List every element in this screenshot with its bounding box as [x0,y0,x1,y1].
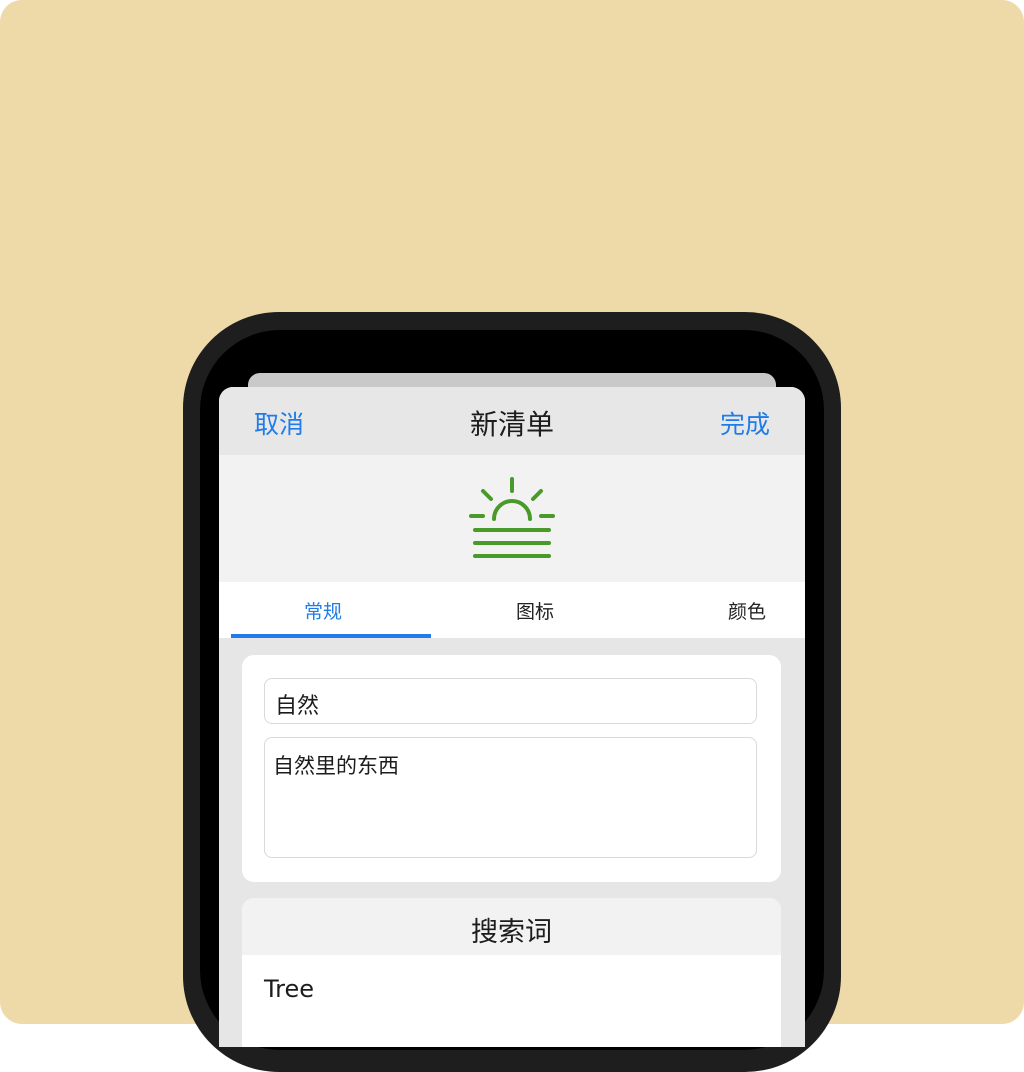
list-name-field[interactable]: 自然 [264,678,757,724]
sunrise-icon [469,477,555,558]
search-terms-title: 搜索词 [471,917,552,948]
tab-bar: 常规 图标 颜色 [219,582,805,638]
list-details-card: 自然 自然里的东西 [242,655,781,882]
search-term-item[interactable]: Tree [264,975,314,1003]
list-description-value: 自然里的东西 [273,754,399,778]
list-icon-preview [219,455,805,582]
tab-color[interactable]: 颜色 [728,597,766,624]
list-description-field[interactable]: 自然里的东西 [264,737,757,858]
search-terms-card: 搜索词 Tree [242,898,781,1047]
new-list-sheet: 取消 新清单 完成 常规 图标 颜色 自然 自然里的东西 搜索词 Tree [219,387,805,1047]
tab-selection-indicator [231,634,431,638]
search-terms-header: 搜索词 [242,898,781,955]
list-name-value: 自然 [275,694,320,719]
tab-general[interactable]: 常规 [304,597,342,624]
tab-icon[interactable]: 图标 [516,597,554,624]
done-button[interactable]: 完成 [720,405,770,441]
page-title: 新清单 [469,408,554,441]
navigation-bar: 取消 新清单 完成 [219,387,805,455]
